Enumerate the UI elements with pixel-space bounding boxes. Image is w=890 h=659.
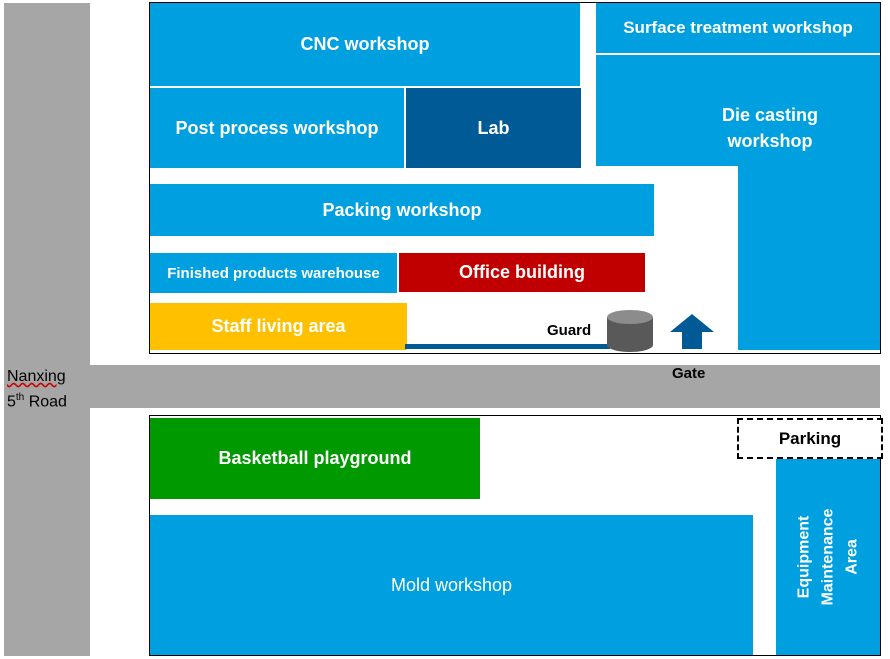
equipment-maintenance-label: Equipment Maintenance Area [794,508,860,606]
mold-workshop[interactable]: Mold workshop [150,515,753,655]
gate-label: Gate [672,365,706,382]
lab[interactable]: Lab [406,88,581,168]
guard-house-icon[interactable] [605,308,655,354]
nanxing-5th-road [4,3,90,656]
surface-treatment-workshop[interactable]: Surface treatment workshop [596,3,880,53]
guard-fence [405,344,610,349]
guard-label: Guard [547,322,592,339]
die-casting-workshop-lower[interactable] [738,160,880,350]
road-label: Nanxing 5th Road [7,366,67,412]
staff-living-area[interactable]: Staff living area [150,303,407,350]
cnc-workshop[interactable]: CNC workshop [150,3,580,86]
gate-arrow-icon [670,314,714,349]
post-process-workshop[interactable]: Post process workshop [150,88,404,168]
road-label-line1: Nanxing [7,368,66,385]
finished-products-warehouse[interactable]: Finished products warehouse [150,253,397,293]
gate-road [4,365,880,408]
die-casting-label: Die casting workshop [721,105,819,151]
road-label-line2: 5th Road [7,392,67,411]
basketball-playground[interactable]: Basketball playground [150,418,480,499]
parking[interactable]: Parking [737,418,883,459]
office-building[interactable]: Office building [399,253,645,292]
packing-workshop[interactable]: Packing workshop [150,184,654,236]
